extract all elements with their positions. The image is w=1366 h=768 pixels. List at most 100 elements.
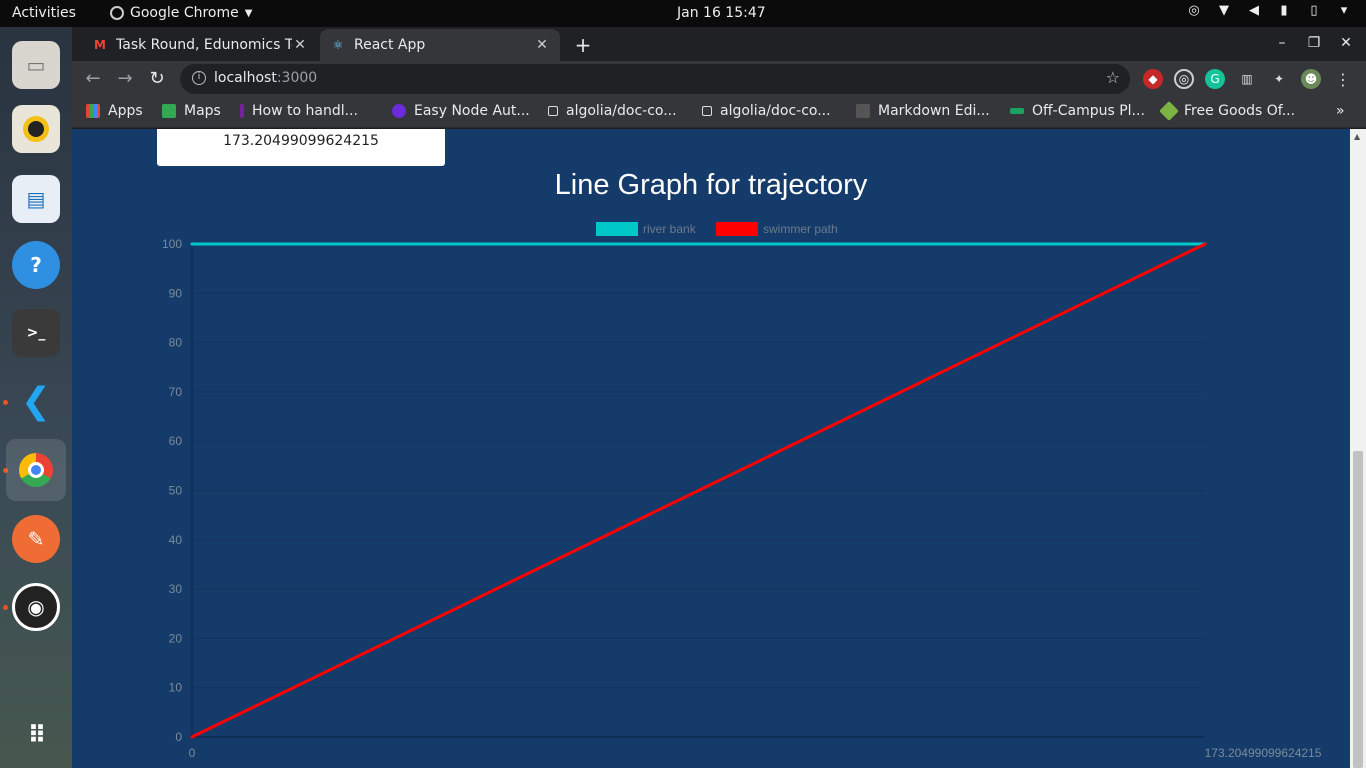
wifi-icon: ▼ — [1219, 3, 1229, 18]
chrome-dock-icon[interactable] — [6, 439, 66, 501]
react-icon: ⚛ — [332, 38, 344, 52]
help-icon[interactable]: ? — [12, 241, 60, 289]
y-tick-label: 80 — [169, 336, 183, 350]
activities-button[interactable]: Activities — [12, 5, 76, 21]
bookmark-label: Markdown Edi... — [878, 103, 990, 119]
forward-icon[interactable]: → — [114, 68, 136, 89]
github-icon — [548, 106, 558, 116]
markdown-icon — [856, 104, 870, 118]
y-tick-label: 100 — [162, 237, 182, 251]
close-tab-icon[interactable]: ✕ — [534, 37, 550, 53]
system-tray[interactable]: ◎ ▼ ◀ ▮ ▯ ▾ — [1186, 3, 1352, 18]
url-host: localhost — [214, 70, 277, 86]
address-bar[interactable]: i localhost:3000 ☆ — [180, 64, 1130, 94]
y-tick-label: 0 — [175, 730, 182, 744]
extension-icon[interactable]: ◆ — [1143, 69, 1163, 89]
grammarly-icon[interactable]: G — [1205, 69, 1225, 89]
bookmark-item[interactable]: How to handl... — [240, 103, 358, 119]
microphone-icon: ▮ — [1280, 3, 1288, 18]
bookmark-item[interactable]: Free Goods Of... — [1159, 101, 1296, 121]
bookmark-apps[interactable]: Apps — [86, 103, 143, 119]
libreoffice-writer-icon[interactable]: ▤ — [12, 175, 60, 223]
url-text[interactable]: localhost:3000 — [214, 70, 317, 86]
vscode-icon[interactable]: ❮ — [12, 377, 60, 425]
legend-label: river bank — [643, 222, 697, 236]
y-tick-label: 90 — [169, 286, 183, 300]
legend-swatch — [716, 222, 758, 236]
chrome-icon — [110, 6, 124, 20]
bookmarks-bar: Apps Maps How to handl... Easy Node Aut.… — [72, 97, 1366, 128]
github-icon — [702, 106, 712, 116]
obs-tray-icon[interactable]: ◎ — [1186, 3, 1202, 18]
running-indicator — [3, 400, 8, 405]
minimize-icon[interactable]: – — [1274, 35, 1290, 51]
extension-icon[interactable]: ▥ — [1237, 69, 1257, 89]
running-indicator — [3, 605, 8, 610]
bookmark-label: Apps — [108, 103, 143, 119]
bookmark-item[interactable]: Markdown Edi... — [856, 103, 990, 119]
extensions-puzzle-icon[interactable]: ✦ — [1269, 69, 1289, 89]
y-tick-label: 10 — [169, 681, 183, 695]
chevron-down-icon: ▼ — [244, 7, 253, 19]
new-tab-button[interactable]: + — [572, 33, 594, 57]
bookmark-label: How to handl... — [252, 103, 358, 119]
tab-strip: M Task Round, Edunomics Te ✕ ⚛ React App… — [72, 27, 1366, 61]
url-port: :3000 — [276, 70, 318, 86]
clock[interactable]: Jan 16 15:47 — [677, 5, 766, 21]
bookmark-maps[interactable]: Maps — [162, 103, 221, 119]
bookmark-item[interactable]: Off-Campus Pl... — [1010, 103, 1145, 119]
terminal-icon[interactable]: >_ — [12, 309, 60, 357]
dock: ▭ ▤ ? >_ ❮ ✎ ◉ ⠿ — [0, 27, 72, 768]
profile-avatar[interactable]: ☻ — [1301, 69, 1321, 89]
page-scrollbar[interactable]: ▲ — [1350, 129, 1366, 768]
show-applications-icon[interactable]: ⠿ — [12, 711, 60, 759]
page-content: 173.20499099624215 Line Graph for trajec… — [72, 129, 1350, 768]
extension-icon[interactable]: ◎ — [1174, 69, 1194, 89]
scrollbar-thumb[interactable] — [1353, 451, 1363, 768]
data-point — [1203, 242, 1207, 246]
browser-toolbar: ← → ↻ i localhost:3000 ☆ ◆ ◎ G ▥ ✦ ☻ ⋮ — [72, 61, 1366, 97]
bookmark-item[interactable]: Easy Node Aut... — [392, 103, 530, 119]
maps-icon — [162, 104, 176, 118]
y-tick-label: 30 — [169, 582, 183, 596]
bookmark-label: Free Goods Of... — [1184, 103, 1296, 119]
legend-label: swimmer path — [763, 222, 838, 236]
y-tick-label: 70 — [169, 385, 183, 399]
tag-icon — [1159, 101, 1179, 121]
restore-icon[interactable]: ❐ — [1306, 35, 1322, 51]
reload-icon[interactable]: ↻ — [146, 68, 168, 89]
rhythmbox-icon[interactable] — [12, 105, 60, 153]
close-window-icon[interactable]: ✕ — [1338, 35, 1354, 51]
y-tick-label: 40 — [169, 533, 183, 547]
scroll-up-icon[interactable]: ▲ — [1354, 132, 1360, 141]
back-icon[interactable]: ← — [82, 68, 104, 89]
bookmark-label: algolia/doc-co... — [720, 103, 831, 119]
postman-icon[interactable]: ✎ — [12, 515, 60, 563]
more-bookmarks-icon[interactable]: » — [1336, 103, 1345, 119]
battery-icon: ▯ — [1310, 3, 1318, 18]
tab-react-app[interactable]: ⚛ React App ✕ — [320, 29, 560, 61]
apps-grid-icon — [86, 104, 100, 118]
app-menu[interactable]: Google Chrome ▼ — [110, 5, 252, 21]
system-top-bar: Activities Google Chrome ▼ Jan 16 15:47 … — [0, 0, 1366, 27]
tab-title: React App — [354, 37, 426, 53]
data-point — [190, 242, 194, 246]
bookmark-star-icon[interactable]: ☆ — [1106, 68, 1120, 87]
power-menu-icon[interactable]: ▾ — [1336, 3, 1352, 18]
obs-studio-icon[interactable]: ◉ — [12, 583, 60, 631]
bookmark-item[interactable]: algolia/doc-co... — [702, 103, 831, 119]
chrome-menu-icon[interactable]: ⋮ — [1333, 69, 1353, 89]
bookmark-item[interactable]: algolia/doc-co... — [548, 103, 677, 119]
bookmark-label: Off-Campus Pl... — [1032, 103, 1145, 119]
close-tab-icon[interactable]: ✕ — [292, 37, 308, 53]
gmail-icon: M — [94, 38, 106, 52]
volume-icon: ◀ — [1249, 3, 1259, 18]
y-tick-label: 50 — [169, 484, 183, 498]
x-tick-label: 173.20499099624215 — [1205, 746, 1322, 760]
site-info-icon[interactable]: i — [192, 71, 206, 85]
tab-gmail[interactable]: M Task Round, Edunomics Te ✕ — [82, 29, 318, 61]
files-icon[interactable]: ▭ — [12, 41, 60, 89]
page-icon — [1010, 108, 1024, 114]
legend-swatch — [596, 222, 638, 236]
data-point — [190, 735, 194, 739]
